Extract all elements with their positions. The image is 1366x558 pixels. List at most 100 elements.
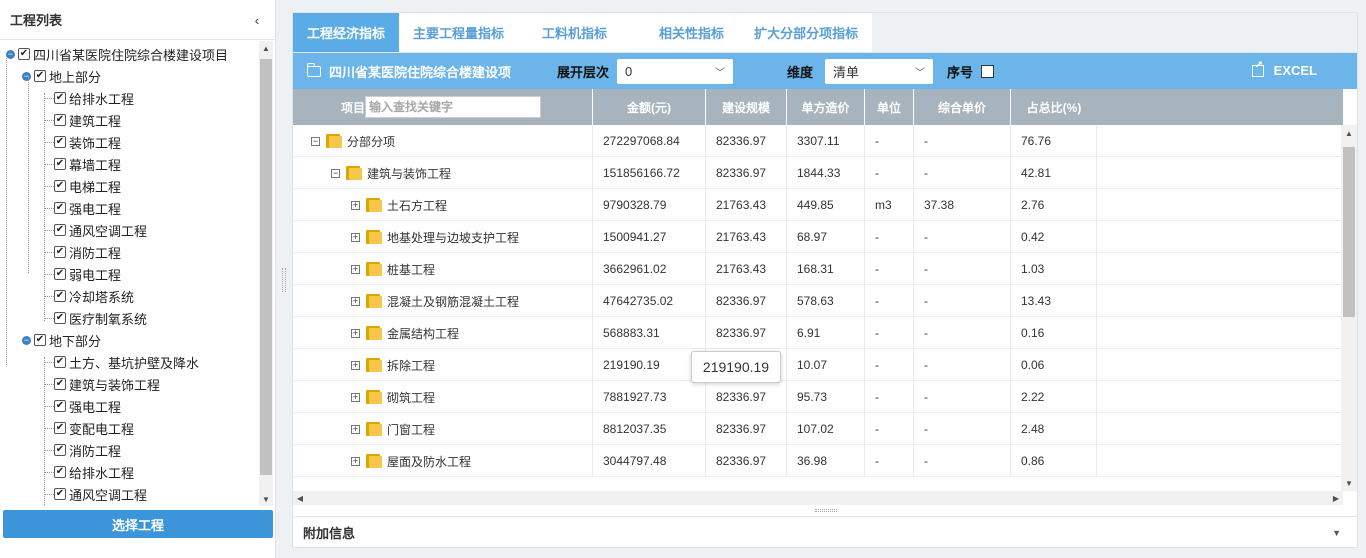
tree-node-checkbox[interactable]: ✔ xyxy=(54,488,66,500)
tree-node[interactable]: ✔ 装饰工程 xyxy=(0,131,258,153)
tree-node[interactable]: ✔ 消防工程 xyxy=(0,439,258,461)
tree-node[interactable]: ✔ 通风空调工程 xyxy=(0,219,258,241)
extra-info-bar[interactable]: 附加信息 ▼ xyxy=(293,516,1357,548)
tree-node[interactable]: ✔ 建筑工程 xyxy=(0,109,258,131)
tree-node-checkbox[interactable]: ✔ xyxy=(54,202,66,214)
tree-node[interactable]: ✔ 电梯工程 xyxy=(0,175,258,197)
tree-node[interactable]: ✔ 幕墙工程 xyxy=(0,153,258,175)
tree-node-checkbox[interactable]: ✔ xyxy=(54,312,66,324)
table-row[interactable]: + 桩基工程 3662961.02 21763.43 168.31- -1.03 xyxy=(293,253,1343,285)
tree-node-checkbox[interactable]: ✔ xyxy=(18,48,30,60)
tree-collapse-icon[interactable]: − xyxy=(22,71,31,81)
table-row[interactable]: + 门窗工程 8812037.35 82336.97 107.02- -2.48 xyxy=(293,413,1343,445)
tree-node-checkbox[interactable]: ✔ xyxy=(54,356,66,368)
tree-scrollbar[interactable]: ▲ ▼ xyxy=(259,41,273,506)
scroll-right-icon[interactable]: ▶ xyxy=(1329,491,1343,505)
tree-node[interactable]: ✔ 医疗制氧系统 xyxy=(0,307,258,329)
expand-icon[interactable]: + xyxy=(351,360,360,370)
tree-node[interactable]: ✔ 变配电工程 xyxy=(0,417,258,439)
dimension-select[interactable]: 清单 ﹀ xyxy=(825,58,934,84)
table-row[interactable]: + 地基处理与边坡支护工程 1500941.27 21763.43 68.97- -0.4… xyxy=(293,221,1343,253)
scroll-down-icon[interactable]: ▼ xyxy=(259,492,273,506)
splitter-grip[interactable] xyxy=(282,268,286,292)
tree-node-checkbox[interactable]: ✔ xyxy=(54,400,66,412)
tree-node-checkbox[interactable]: ✔ xyxy=(54,136,66,148)
tree-node-checkbox[interactable]: ✔ xyxy=(54,92,66,104)
expand-icon[interactable]: + xyxy=(351,264,360,274)
table-row[interactable]: − 建筑与装饰工程 151856166.72 82336.97 1844.33- -42.… xyxy=(293,157,1343,189)
tree-node[interactable]: ✔ 土方、基坑护壁及降水 xyxy=(0,351,258,373)
scroll-up-icon[interactable]: ▲ xyxy=(1341,125,1357,141)
collapse-icon[interactable]: − xyxy=(331,168,340,178)
tree-collapse-icon[interactable]: − xyxy=(22,335,31,345)
tree-node-checkbox[interactable]: ✔ xyxy=(54,180,66,192)
scroll-left-icon[interactable]: ◀ xyxy=(293,491,307,505)
tree-node[interactable]: ✔ 给排水工程 xyxy=(0,461,258,483)
expand-icon[interactable]: + xyxy=(351,392,360,402)
tree-node-checkbox[interactable]: ✔ xyxy=(54,444,66,456)
tree-node[interactable]: ✔ 冷却塔系统 xyxy=(0,285,258,307)
tree-node[interactable]: ✔ 建筑与装饰工程 xyxy=(0,373,258,395)
tree-node[interactable]: − ✔ 地上部分 xyxy=(0,65,258,87)
tab-correlation-indicators[interactable]: 相关性指标 xyxy=(637,13,741,52)
tab-economic-indicators[interactable]: 工程经济指标 xyxy=(293,13,400,52)
tree-node[interactable]: ✔ 消防工程 xyxy=(0,241,258,263)
col-unit[interactable]: 单位 xyxy=(865,89,914,125)
table-row[interactable]: + 土石方工程 9790328.79 21763.43 449.85 m3 37.38 2.7… xyxy=(293,189,1343,221)
tree-node-checkbox[interactable]: ✔ xyxy=(54,290,66,302)
table-row[interactable]: + 混凝土及钢筋混凝土工程 47642735.02 82336.97 578.63- -1… xyxy=(293,285,1343,317)
tab-expanded-items[interactable]: 扩大分部分项指标 xyxy=(740,13,873,52)
col-amount[interactable]: 金额(元) xyxy=(593,89,706,125)
chevron-left-icon[interactable]: ‹ xyxy=(249,12,265,28)
tree-node-checkbox[interactable]: ✔ xyxy=(54,466,66,478)
expand-icon[interactable]: + xyxy=(351,424,360,434)
caret-down-icon[interactable]: ▼ xyxy=(1332,528,1341,538)
select-project-button[interactable]: 选择工程 xyxy=(3,510,273,538)
table-row[interactable]: + 金属结构工程 568883.31 82336.97 6.91- -0.16 xyxy=(293,317,1343,349)
expand-icon[interactable]: + xyxy=(351,232,360,242)
expand-icon[interactable]: + xyxy=(351,200,360,210)
tree-scroll-thumb[interactable] xyxy=(260,59,272,475)
panel-splitter[interactable] xyxy=(276,0,292,558)
scroll-up-icon[interactable]: ▲ xyxy=(259,41,273,55)
tree-node-checkbox[interactable]: ✔ xyxy=(54,224,66,236)
expand-icon[interactable]: + xyxy=(351,296,360,306)
tab-material-indicators[interactable]: 工料机指标 xyxy=(518,13,638,52)
tree-node[interactable]: − ✔ 地下部分 xyxy=(0,329,258,351)
tree-node[interactable]: ✔ 通风空调工程 xyxy=(0,483,258,505)
expand-level-select[interactable]: 0 ﹀ xyxy=(617,58,734,84)
tab-quantity-indicators[interactable]: 主要工程量指标 xyxy=(399,13,519,52)
tree-node-checkbox[interactable]: ✔ xyxy=(34,70,46,82)
tree-node-checkbox[interactable]: ✔ xyxy=(34,334,46,346)
expand-icon[interactable]: + xyxy=(351,456,360,466)
pane-resize-grip[interactable] xyxy=(815,509,837,512)
table-row[interactable]: + 拆除工程 219190.19 10.07- -0.06 xyxy=(293,349,1343,381)
excel-export-button[interactable]: EXCEL xyxy=(1251,60,1317,78)
collapse-icon[interactable]: − xyxy=(311,136,320,146)
tree-node-checkbox[interactable]: ✔ xyxy=(54,378,66,390)
tree-node-checkbox[interactable]: ✔ xyxy=(54,158,66,170)
tree-node[interactable]: ✔ 弱电工程 xyxy=(0,263,258,285)
col-unit-cost[interactable]: 单方造价 xyxy=(787,89,865,125)
tree-node[interactable]: − ✔ 四川省某医院住院综合楼建设项目 xyxy=(0,43,258,65)
tree-node-checkbox[interactable]: ✔ xyxy=(54,422,66,434)
expand-icon[interactable]: + xyxy=(351,328,360,338)
grid-vertical-scrollbar[interactable]: ▲ ▼ xyxy=(1341,125,1357,491)
table-row[interactable]: − 分部分项 272297068.84 82336.97 3307.11- -76.76 xyxy=(293,125,1343,157)
tree-collapse-icon[interactable]: − xyxy=(6,49,15,59)
col-comp-price[interactable]: 综合单价 xyxy=(914,89,1011,125)
table-row[interactable]: + 砌筑工程 7881927.73 82336.97 95.73- -2.22 xyxy=(293,381,1343,413)
col-ratio[interactable]: 占总比(%) xyxy=(1011,89,1097,125)
tree-node-checkbox[interactable]: ✔ xyxy=(54,114,66,126)
table-row[interactable]: + 屋面及防水工程 3044797.48 82336.97 36.98- -0.86 xyxy=(293,445,1343,477)
index-checkbox[interactable] xyxy=(981,64,995,78)
tree-node[interactable]: ✔ 强电工程 xyxy=(0,395,258,417)
tree-node-checkbox[interactable]: ✔ xyxy=(54,268,66,280)
tree-node-checkbox[interactable]: ✔ xyxy=(54,246,66,258)
tree-node[interactable]: ✔ 给排水工程 xyxy=(0,87,258,109)
grid-horizontal-scrollbar[interactable]: ◀ ▶ xyxy=(293,491,1343,505)
scroll-down-icon[interactable]: ▼ xyxy=(1341,475,1357,491)
grid-scroll-thumb[interactable] xyxy=(1343,147,1355,317)
col-scale[interactable]: 建设规模 xyxy=(706,89,787,125)
tree-node[interactable]: ✔ 强电工程 xyxy=(0,197,258,219)
